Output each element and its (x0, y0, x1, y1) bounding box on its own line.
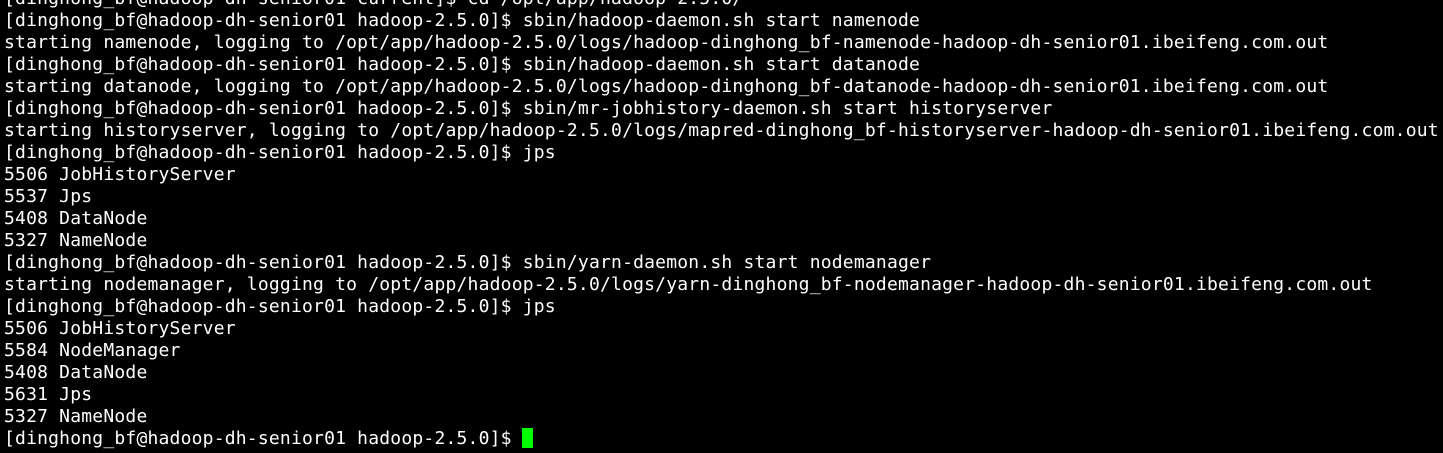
terminal-output-line: starting datanode, logging to /opt/app/h… (4, 76, 1329, 97)
terminal-output-line: 5408 DataNode (4, 208, 148, 229)
terminal-command-line: [dinghong_bf@hadoop-dh-senior01 hadoop-2… (4, 296, 556, 317)
terminal-output-line: 5327 NameNode (4, 406, 148, 427)
terminal-output-line: starting historyserver, logging to /opt/… (4, 120, 1439, 141)
terminal-output-line: starting nodemanager, logging to /opt/ap… (4, 274, 1373, 295)
terminal-output-line: 5537 Jps (4, 186, 93, 207)
terminal-prompt: [dinghong_bf@hadoop-dh-senior01 hadoop-2… (4, 428, 512, 449)
terminal-output-line: 5327 NameNode (4, 230, 148, 251)
terminal-input-line[interactable]: [dinghong_bf@hadoop-dh-senior01 hadoop-2… (4, 428, 1439, 450)
terminal-command-line: [dinghong_bf@hadoop-dh-senior01 hadoop-2… (4, 252, 932, 273)
terminal-command-line: [dinghong_bf@hadoop-dh-senior01 hadoop-2… (4, 142, 556, 163)
terminal-command-line: [dinghong_bf@hadoop-dh-senior01 hadoop-2… (4, 54, 921, 75)
terminal-window[interactable]: [dinghong_bf@hadoop-dh-senior01 current]… (0, 0, 1443, 453)
terminal-output-line: starting namenode, logging to /opt/app/h… (4, 32, 1329, 53)
terminal-output-line: 5584 NodeManager (4, 340, 181, 361)
terminal-command-line: [dinghong_bf@hadoop-dh-senior01 hadoop-2… (4, 10, 921, 31)
terminal-command-line: [dinghong_bf@hadoop-dh-senior01 hadoop-2… (4, 98, 1053, 119)
terminal-output-line: 5506 JobHistoryServer (4, 164, 236, 185)
terminal-output-line: 5631 Jps (4, 384, 93, 405)
terminal-line: [dinghong_bf@hadoop-dh-senior01 current]… (4, 0, 1439, 10)
terminal-output-line: 5408 DataNode (4, 362, 148, 383)
terminal-output-line: 5506 JobHistoryServer (4, 318, 236, 339)
terminal-output: [dinghong_bf@hadoop-dh-senior01 current]… (4, 0, 1439, 450)
terminal-cursor (521, 428, 533, 448)
